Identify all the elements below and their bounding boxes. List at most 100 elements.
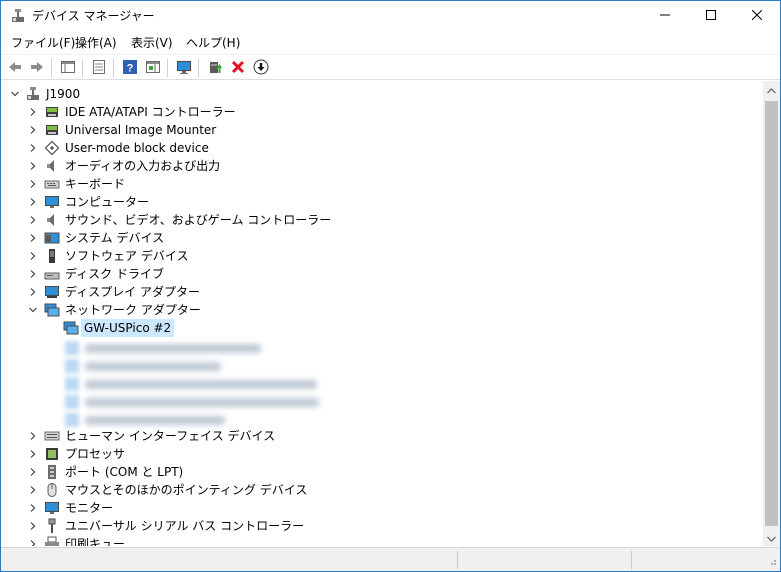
chevron-down-icon[interactable]	[7, 86, 23, 102]
delete-x-icon	[230, 59, 246, 78]
redacted-network-device[interactable]	[65, 341, 265, 355]
maximize-button[interactable]	[688, 1, 734, 31]
chevron-right-icon[interactable]	[25, 464, 41, 480]
tree-category[interactable]: サウンド、ビデオ、およびゲーム コントローラー	[1, 211, 761, 229]
chevron-down-icon[interactable]	[25, 302, 41, 318]
console-tree-icon	[60, 59, 76, 78]
resize-grip-icon[interactable]	[767, 555, 777, 569]
chevron-right-icon[interactable]	[25, 140, 41, 156]
chevron-right-icon[interactable]	[25, 230, 41, 246]
hid-icon	[44, 428, 60, 444]
update-driver-icon	[207, 59, 223, 78]
back-button[interactable]	[5, 58, 25, 78]
chevron-right-icon[interactable]	[25, 212, 41, 228]
show-hide-console-tree-button[interactable]	[58, 58, 78, 78]
tree-category-label: ディスク ドライブ	[65, 267, 164, 281]
chevron-right-icon[interactable]	[25, 248, 41, 264]
menu-help[interactable]: ヘルプ(H)	[184, 34, 242, 52]
scroll-down-button[interactable]	[763, 529, 780, 546]
tree-category[interactable]: ディスク ドライブ	[1, 265, 761, 283]
uninstall-device-button[interactable]	[228, 58, 248, 78]
tree-category[interactable]: ディスプレイ アダプター	[1, 283, 761, 301]
vertical-scrollbar[interactable]	[763, 81, 780, 546]
action-pane-button[interactable]	[143, 58, 163, 78]
chevron-right-icon[interactable]	[25, 284, 41, 300]
menu-bar: ファイル(F) 操作(A) 表示(V) ヘルプ(H)	[1, 31, 780, 54]
chevron-right-icon[interactable]	[25, 446, 41, 462]
chevron-right-icon[interactable]	[25, 176, 41, 192]
tree-category[interactable]: オーディオの入力および出力	[1, 157, 761, 175]
tree-category[interactable]: キーボード	[1, 175, 761, 193]
chevron-right-icon[interactable]	[25, 518, 41, 534]
tree-category[interactable]: ヒューマン インターフェイス デバイス	[1, 427, 761, 445]
disable-device-button[interactable]	[251, 58, 271, 78]
forward-button[interactable]	[27, 58, 47, 78]
menu-file[interactable]: ファイル(F)	[9, 34, 77, 52]
device-manager-window: デバイス マネージャー ファイル(F) 操作(A) 表示(V) ヘルプ(H) ?…	[0, 0, 781, 572]
tree-category-label: Universal Image Mounter	[65, 123, 217, 137]
tree-category-label: オーディオの入力および出力	[65, 159, 221, 173]
tree-category[interactable]: モニター	[1, 499, 761, 517]
help-button[interactable]: ?	[120, 58, 140, 78]
system-devices-icon	[44, 230, 60, 246]
chevron-right-icon[interactable]	[25, 536, 41, 546]
software-device-icon	[44, 248, 60, 264]
tree-category[interactable]: 印刷キュー	[1, 535, 761, 546]
menu-view[interactable]: 表示(V)	[129, 34, 175, 52]
printer-icon	[44, 536, 60, 546]
chevron-right-icon[interactable]	[25, 194, 41, 210]
monitor-scan-icon	[176, 59, 192, 78]
forward-arrow-icon	[29, 59, 45, 78]
redacted-text	[85, 416, 225, 425]
network-device-selected[interactable]: GW-USPico #2	[1, 319, 761, 337]
chevron-right-icon[interactable]	[25, 158, 41, 174]
properties-button[interactable]	[89, 58, 109, 78]
toolbar-separator	[198, 59, 199, 77]
tree-category[interactable]: IDE ATA/ATAPI コントローラー	[1, 103, 761, 121]
tree-category[interactable]: Universal Image Mounter	[1, 121, 761, 139]
tree-root-label: J1900	[46, 87, 81, 101]
update-driver-button[interactable]	[205, 58, 225, 78]
status-pane	[457, 551, 631, 569]
tree-root[interactable]: J1900	[1, 85, 761, 103]
chevron-down-icon	[767, 531, 776, 545]
tree-category[interactable]: システム デバイス	[1, 229, 761, 247]
tree-category[interactable]: コンピューター	[1, 193, 761, 211]
redacted-network-device[interactable]	[65, 359, 225, 373]
window-title: デバイス マネージャー	[32, 9, 155, 23]
tree-category[interactable]: ソフトウェア デバイス	[1, 247, 761, 265]
tree-category-expanded[interactable]: ネットワーク アダプター	[1, 301, 761, 319]
scan-hardware-button[interactable]	[174, 58, 194, 78]
redacted-text	[85, 398, 319, 407]
chevron-right-icon[interactable]	[25, 122, 41, 138]
redacted-network-device[interactable]	[65, 413, 230, 427]
chevron-right-icon[interactable]	[25, 482, 41, 498]
tree-category[interactable]: マウスとそのほかのポインティング デバイス	[1, 481, 761, 499]
tree-category-label: コンピューター	[65, 195, 150, 209]
close-icon	[751, 9, 763, 23]
monitor-icon	[44, 500, 60, 516]
device-tree[interactable]: J1900 IDE ATA/ATAPI コントローラー Universal Im…	[1, 81, 763, 546]
tree-category[interactable]: User-mode block device	[1, 139, 761, 157]
minimize-button[interactable]	[642, 1, 688, 31]
scroll-up-button[interactable]	[763, 81, 780, 98]
status-pane	[631, 551, 780, 569]
close-button[interactable]	[734, 1, 780, 31]
tree-category[interactable]: プロセッサ	[1, 445, 761, 463]
redacted-network-device[interactable]	[65, 395, 321, 409]
down-arrow-circle-icon	[253, 59, 269, 78]
chevron-right-icon[interactable]	[25, 266, 41, 282]
tree-category[interactable]: ポート (COM と LPT)	[1, 463, 761, 481]
scroll-thumb[interactable]	[765, 101, 778, 526]
tree-category[interactable]: ユニバーサル シリアル バス コントローラー	[1, 517, 761, 535]
menu-action[interactable]: 操作(A)	[73, 34, 119, 52]
redacted-network-device[interactable]	[65, 377, 321, 391]
chevron-right-icon[interactable]	[25, 104, 41, 120]
chevron-right-icon[interactable]	[25, 500, 41, 516]
network-device-label: GW-USPico #2	[81, 319, 175, 337]
tree-category-label: ヒューマン インターフェイス デバイス	[65, 429, 276, 443]
chevron-right-icon[interactable]	[25, 428, 41, 444]
processor-icon	[44, 446, 60, 462]
title-bar[interactable]: デバイス マネージャー	[1, 1, 780, 31]
tree-category-label: ユニバーサル シリアル バス コントローラー	[65, 519, 305, 533]
